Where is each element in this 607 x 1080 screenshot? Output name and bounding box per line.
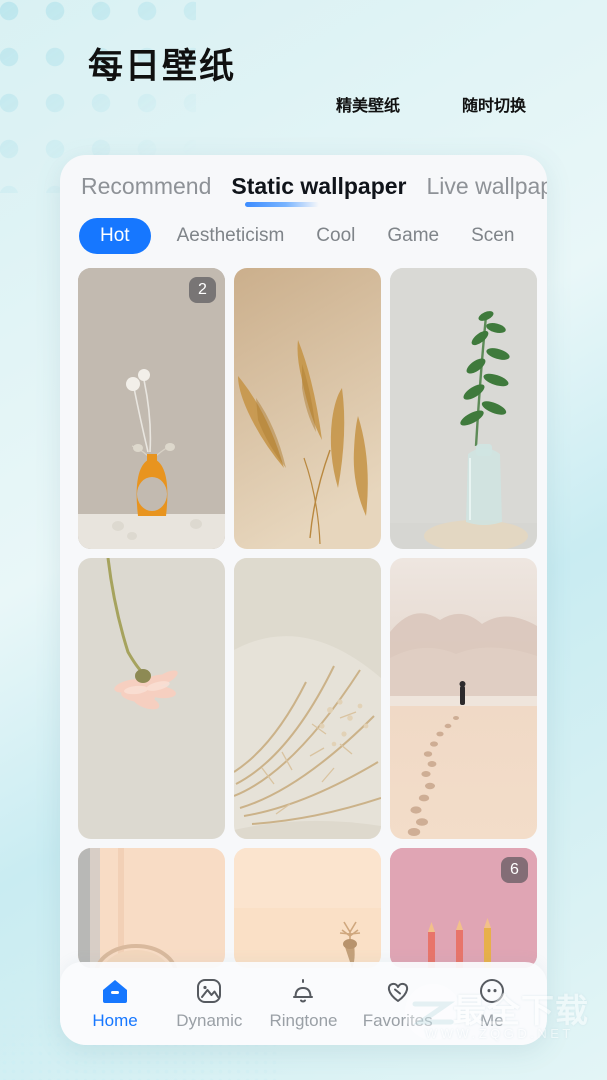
nav-item-ringtone[interactable]: Ringtone — [260, 976, 346, 1031]
chip-game[interactable]: Game — [381, 221, 445, 251]
wallpaper-card-pink-pencils[interactable]: 6 — [390, 848, 537, 968]
wallpaper-thumbnail — [78, 848, 225, 968]
wallpaper-grid: 2 6 — [60, 254, 547, 968]
tab-recommend[interactable]: Recommend — [81, 173, 211, 209]
chip-scenery[interactable]: Scen — [465, 221, 520, 251]
page-title: 每日壁纸 — [88, 47, 237, 87]
nav-item-home-label: Home — [92, 1011, 138, 1030]
top-tab-bar: Recommend Static wallpaper Live wallpape… — [60, 155, 547, 209]
header-subtitles: 精美壁纸 随时切换 — [336, 92, 526, 116]
wallpaper-card-orange-donut-vase[interactable]: 2 — [78, 268, 225, 549]
chip-hot[interactable]: Hot — [79, 218, 151, 254]
nav-item-ringtone-label: Ringtone — [269, 1011, 338, 1030]
nav-item-dynamic-label: Dynamic — [176, 1011, 243, 1030]
wallpaper-thumbnail — [390, 558, 537, 839]
category-chip-bar: Hot Aestheticism Cool Game Scen — [60, 209, 547, 254]
status-badge: 6 — [501, 857, 528, 883]
nav-item-favorites[interactable]: Favorites — [355, 976, 441, 1031]
nav-item-me[interactable]: Me — [449, 976, 535, 1031]
wallpaper-card-green-branch-bottle[interactable] — [390, 268, 537, 549]
tab-static-wallpaper[interactable]: Static wallpaper — [231, 173, 407, 209]
nav-item-me-label: Me — [480, 1011, 504, 1030]
active-tab-underline-icon — [245, 202, 320, 207]
nav-item-home[interactable]: Home — [72, 976, 158, 1031]
tab-static-wallpaper-label: Static wallpaper — [231, 173, 407, 199]
chip-scenery-label: Scen — [471, 225, 515, 246]
wallpaper-thumbnail — [234, 268, 381, 549]
wallpaper-thumbnail — [390, 268, 537, 549]
tab-recommend-label: Recommend — [81, 173, 212, 199]
status-badge: 2 — [189, 277, 216, 303]
chip-hot-label: Hot — [100, 225, 130, 246]
image-icon — [197, 979, 222, 1003]
wallpaper-card-dried-branches[interactable] — [234, 558, 381, 839]
header-subtitle-2: 随时切换 — [462, 96, 527, 115]
chip-aestheticism-label: Aestheticism — [176, 225, 285, 246]
nav-item-dynamic[interactable]: Dynamic — [166, 976, 252, 1031]
nav-item-favorites-label: Favorites — [362, 1011, 433, 1030]
wallpaper-card-peach-bowl[interactable] — [78, 848, 225, 968]
tab-live-wallpaper[interactable]: Live wallpaper — [427, 173, 547, 209]
bell-icon — [293, 979, 314, 1003]
heart-icon — [387, 982, 408, 1002]
wallpaper-card-pampas-grass[interactable] — [234, 268, 381, 549]
tab-live-wallpaper-label: Live wallpaper — [426, 173, 547, 199]
wallpaper-thumbnail — [78, 558, 225, 839]
header-subtitle-1: 精美壁纸 — [336, 96, 401, 115]
chip-aestheticism[interactable]: Aestheticism — [171, 221, 291, 251]
home-icon — [103, 980, 128, 1003]
chip-cool-label: Cool — [316, 225, 356, 246]
wallpaper-card-cream-dried-flower[interactable] — [234, 848, 381, 968]
wallpaper-card-beach-walker-footprints[interactable] — [390, 558, 537, 839]
face-icon — [479, 979, 504, 1003]
chip-cool[interactable]: Cool — [310, 221, 361, 251]
wallpaper-card-pink-gerbera-daisy[interactable] — [78, 558, 225, 839]
wallpaper-thumbnail — [234, 848, 381, 968]
chip-game-label: Game — [387, 225, 440, 246]
wallpaper-thumbnail — [234, 558, 381, 839]
wallpaper-thumbnail — [78, 268, 225, 549]
bottom-navigation-bar: Home Dynamic Ringtone Favorites Me — [60, 962, 547, 1045]
phone-mockup: Recommend Static wallpaper Live wallpape… — [60, 155, 547, 1045]
